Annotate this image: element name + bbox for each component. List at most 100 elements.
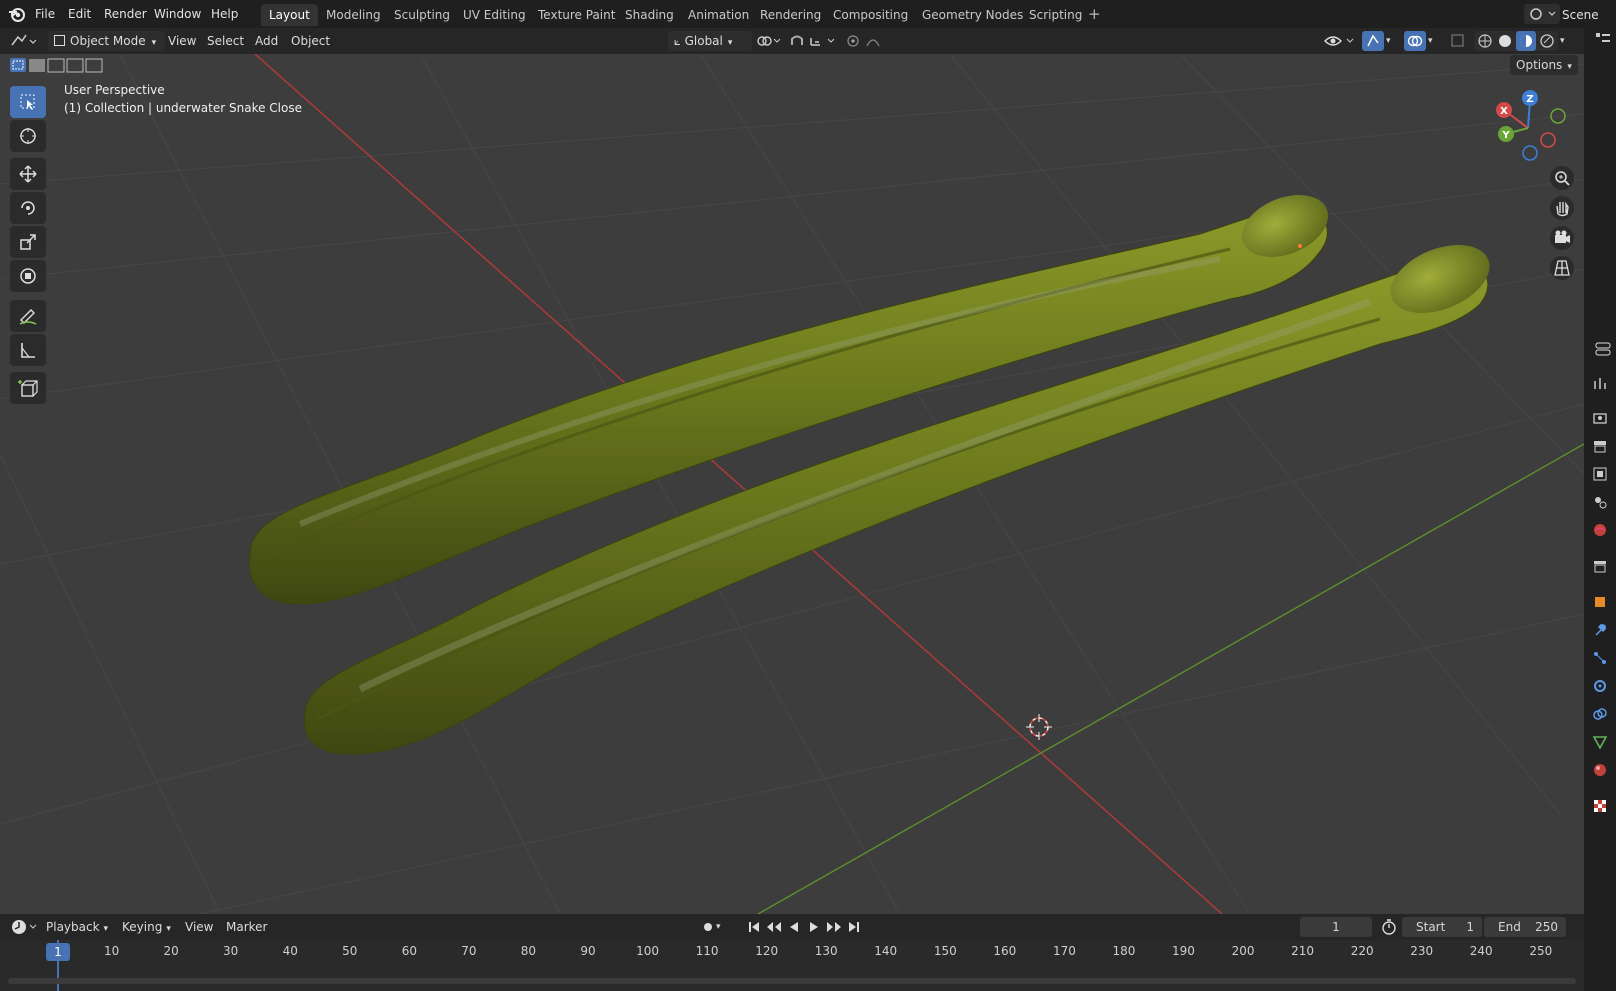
- cursor-tool[interactable]: [10, 120, 46, 152]
- frame-tick-label: 180: [1112, 944, 1136, 958]
- pan-hand-icon[interactable]: [1550, 196, 1574, 220]
- tab-compositing[interactable]: Compositing: [825, 4, 916, 26]
- physics-properties-icon[interactable]: [1592, 678, 1608, 694]
- measure-tool[interactable]: [10, 334, 46, 366]
- constraints-properties-icon[interactable]: [1592, 706, 1608, 722]
- overlay-toggle-icon[interactable]: [1404, 31, 1426, 51]
- play-reverse-icon[interactable]: [785, 918, 803, 936]
- menu-view[interactable]: View: [168, 31, 196, 51]
- blender-logo-icon[interactable]: [8, 5, 26, 23]
- editor-type-icon[interactable]: [8, 31, 40, 51]
- 3d-viewport[interactable]: User Perspective (1) Collection | underw…: [0, 54, 1584, 914]
- jump-start-icon[interactable]: [745, 918, 763, 936]
- scene-selector-icon[interactable]: [1524, 4, 1560, 24]
- menu-object[interactable]: Object: [291, 31, 330, 51]
- 3d-cursor-icon[interactable]: [1026, 714, 1052, 740]
- texture-properties-icon[interactable]: [1592, 798, 1608, 814]
- zoom-icon[interactable]: [1550, 166, 1574, 190]
- material-shading-icon[interactable]: [1516, 31, 1536, 51]
- world-properties-icon[interactable]: [1592, 522, 1608, 538]
- playhead-frame-badge[interactable]: 1: [46, 943, 70, 961]
- frame-tick-label: 160: [993, 944, 1017, 958]
- modifier-properties-icon[interactable]: [1592, 622, 1608, 638]
- tab-sculpting[interactable]: Sculpting: [386, 4, 458, 26]
- playback-menu[interactable]: Playback ▾: [46, 917, 108, 937]
- keying-menu[interactable]: Keying ▾: [122, 917, 171, 937]
- current-frame-field[interactable]: 1: [1300, 917, 1372, 937]
- object-properties-icon[interactable]: [1592, 594, 1608, 610]
- play-icon[interactable]: [805, 918, 823, 936]
- timeline-marker-menu[interactable]: Marker: [226, 917, 267, 937]
- rendered-shading-icon[interactable]: [1538, 33, 1556, 49]
- collection-properties-icon[interactable]: [1592, 558, 1608, 574]
- add-cube-tool[interactable]: [10, 372, 46, 404]
- wireframe-shading-icon[interactable]: [1476, 33, 1494, 49]
- navigation-gizmo[interactable]: Z X Y: [1488, 88, 1568, 168]
- options-dropdown[interactable]: Options ▾: [1510, 55, 1578, 75]
- select-box-tool[interactable]: [10, 86, 46, 118]
- camera-view-icon[interactable]: [1550, 226, 1574, 250]
- transform-tool[interactable]: [10, 260, 46, 292]
- gizmo-x-label: X: [1500, 106, 1508, 117]
- data-properties-icon[interactable]: [1592, 734, 1608, 750]
- mode-dropdown[interactable]: Object Mode ▾: [48, 31, 165, 51]
- tab-scripting[interactable]: Scripting: [1021, 4, 1090, 26]
- proportional-edit-icon[interactable]: [845, 33, 861, 49]
- menu-window[interactable]: Window: [154, 4, 201, 24]
- menu-edit[interactable]: Edit: [68, 4, 91, 24]
- move-tool[interactable]: [10, 158, 46, 190]
- outliner-icon[interactable]: [1594, 30, 1612, 48]
- menu-add[interactable]: Add: [255, 31, 278, 51]
- chevron-down-icon[interactable]: ▾: [716, 918, 734, 936]
- rotate-tool[interactable]: [10, 192, 46, 224]
- scene-properties-icon[interactable]: [1592, 494, 1608, 510]
- frame-tick-label: 120: [755, 944, 779, 958]
- tab-animation[interactable]: Animation: [680, 4, 757, 26]
- timeline-editor-type-icon[interactable]: [10, 918, 40, 936]
- output-properties-icon[interactable]: [1592, 438, 1608, 454]
- snap-icon[interactable]: [788, 33, 806, 49]
- stopwatch-icon[interactable]: [1380, 918, 1398, 936]
- chevron-down-icon[interactable]: ▾: [1386, 33, 1398, 49]
- tool-properties-icon[interactable]: [1592, 375, 1608, 391]
- perspective-toggle-icon[interactable]: [1550, 256, 1574, 280]
- menu-file[interactable]: File: [35, 4, 55, 24]
- falloff-icon[interactable]: [865, 33, 893, 49]
- timeline-scrollbar[interactable]: [8, 978, 1576, 984]
- tab-uv-editing[interactable]: UV Editing: [455, 4, 534, 26]
- scene-name[interactable]: Scene: [1562, 5, 1599, 25]
- tab-layout[interactable]: Layout: [261, 4, 318, 26]
- gizmo-toggle-icon[interactable]: [1362, 31, 1384, 51]
- end-frame-field[interactable]: End 250: [1484, 917, 1566, 937]
- xray-icon[interactable]: [1450, 33, 1466, 49]
- material-properties-icon[interactable]: [1592, 762, 1608, 778]
- auto-keying-icon[interactable]: [699, 918, 717, 936]
- tab-shading[interactable]: Shading: [617, 4, 682, 26]
- pivot-icon[interactable]: [755, 33, 783, 49]
- orientation-dropdown[interactable]: ⟀ Global ▾: [668, 31, 752, 51]
- render-properties-icon[interactable]: [1592, 410, 1608, 426]
- menu-help[interactable]: Help: [211, 4, 238, 24]
- properties-editor-icon[interactable]: [1594, 340, 1612, 358]
- menu-render[interactable]: Render: [104, 4, 147, 24]
- menu-select[interactable]: Select: [207, 31, 244, 51]
- chevron-down-icon[interactable]: ▾: [1560, 33, 1572, 49]
- particles-properties-icon[interactable]: [1592, 650, 1608, 666]
- start-frame-field[interactable]: Start 1: [1402, 917, 1482, 937]
- annotate-tool[interactable]: [10, 300, 46, 332]
- add-workspace-icon[interactable]: +: [1088, 5, 1101, 23]
- tab-rendering[interactable]: Rendering: [752, 4, 829, 26]
- scale-tool[interactable]: [10, 226, 46, 258]
- tab-modeling[interactable]: Modeling: [318, 4, 389, 26]
- jump-keyframe-back-icon[interactable]: [765, 918, 783, 936]
- snap-target-icon[interactable]: [808, 33, 838, 49]
- visibility-icon[interactable]: [1322, 31, 1358, 51]
- tab-geometry-nodes[interactable]: Geometry Nodes: [914, 4, 1031, 26]
- tab-texture-paint[interactable]: Texture Paint: [530, 4, 623, 26]
- jump-keyframe-forward-icon[interactable]: [825, 918, 843, 936]
- chevron-down-icon[interactable]: ▾: [1428, 33, 1440, 49]
- timeline-view-menu[interactable]: View: [185, 917, 213, 937]
- jump-end-icon[interactable]: [845, 918, 863, 936]
- solid-shading-icon[interactable]: [1496, 33, 1514, 49]
- view-layer-properties-icon[interactable]: [1592, 466, 1608, 482]
